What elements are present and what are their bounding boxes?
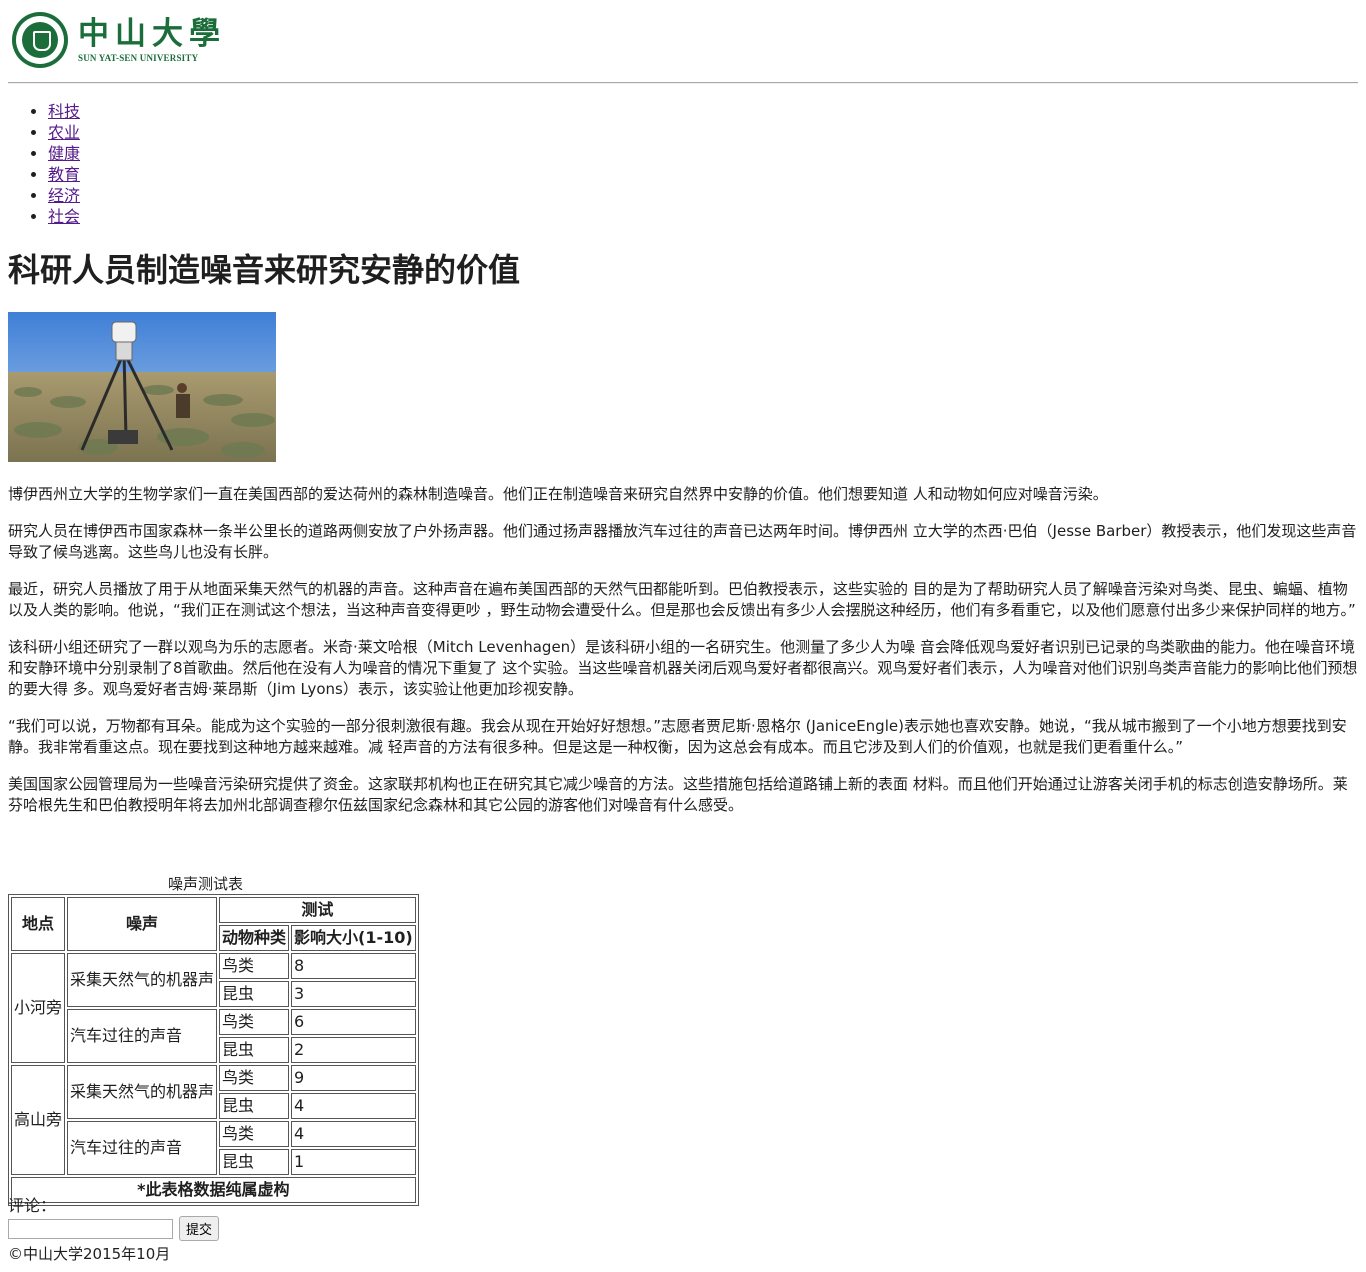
nav-link-tech[interactable]: 科技 bbox=[48, 102, 80, 121]
noise-test-table-section: 噪声测试表 地点 噪声 测试 动物种类 影响大小(1-10) 小河旁 采集天然气… bbox=[8, 874, 419, 1206]
comment-textarea[interactable] bbox=[8, 1218, 173, 1239]
cell-noise: 汽车过往的声音 bbox=[67, 1121, 218, 1175]
article-title: 科研人员制造噪音来研究安静的价值 bbox=[8, 251, 521, 289]
header-impact: 影响大小(1-10) bbox=[291, 925, 416, 951]
nav-link-economy[interactable]: 经济 bbox=[48, 186, 80, 205]
sysu-seal-icon bbox=[12, 12, 68, 68]
paragraph-1: 博伊西州立大学的生物学家们一直在美国西部的爱达荷州的森林制造噪音。他们正在制造噪… bbox=[8, 485, 1108, 503]
cell-species: 鸟类 bbox=[219, 1065, 290, 1091]
paragraph-6: 美国国家公园管理局为一些噪音污染研究提供了资金。这家联邦机构也正在研究其它减少噪… bbox=[8, 775, 1348, 814]
cell-species: 鸟类 bbox=[219, 1009, 290, 1035]
nav-link-society[interactable]: 社会 bbox=[48, 207, 80, 226]
submit-button[interactable]: 提交 bbox=[179, 1216, 220, 1241]
header-place: 地点 bbox=[11, 897, 66, 951]
paragraph-3: 最近，研究人员播放了用于从地面采集天然气的机器的声音。这种声音在遍布美国西部的天… bbox=[8, 580, 1356, 619]
cell-value: 4 bbox=[291, 1121, 416, 1147]
nav-item: 社会 bbox=[48, 206, 80, 227]
nav-item: 科技 bbox=[48, 101, 80, 122]
cell-species: 昆虫 bbox=[219, 1149, 290, 1175]
cell-value: 4 bbox=[291, 1093, 416, 1119]
header-noise: 噪声 bbox=[67, 897, 218, 951]
nav-item: 农业 bbox=[48, 122, 80, 143]
cell-species: 鸟类 bbox=[219, 1121, 290, 1147]
cell-noise: 汽车过往的声音 bbox=[67, 1009, 218, 1063]
cell-place: 小河旁 bbox=[11, 953, 66, 1063]
cell-species: 昆虫 bbox=[219, 1093, 290, 1119]
copyright-footer: ©中山大学2015年10月 bbox=[8, 1245, 171, 1263]
university-logo[interactable]: 中山大學 SUN YAT-SEN UNIVERSITY bbox=[12, 12, 226, 68]
comment-form: 评论： 提交 bbox=[8, 1196, 220, 1241]
header-test: 测试 bbox=[219, 897, 416, 923]
cell-value: 2 bbox=[291, 1037, 416, 1063]
cell-value: 6 bbox=[291, 1009, 416, 1035]
nav-item: 健康 bbox=[48, 143, 80, 164]
logo-text: 中山大學 SUN YAT-SEN UNIVERSITY bbox=[78, 17, 226, 63]
paragraph-5: “我们可以说，万物都有耳朵。能成为这个实验的一部分很刺激很有趣。我会从现在开始好… bbox=[8, 717, 1347, 756]
logo-english-name: SUN YAT-SEN UNIVERSITY bbox=[78, 53, 199, 63]
cell-value: 8 bbox=[291, 953, 416, 979]
cell-species: 昆虫 bbox=[219, 981, 290, 1007]
cell-species: 昆虫 bbox=[219, 1037, 290, 1063]
nav-link-education[interactable]: 教育 bbox=[48, 165, 80, 184]
nav-item: 教育 bbox=[48, 164, 80, 185]
logo-chinese-name: 中山大學 bbox=[78, 16, 226, 52]
nav-link-health[interactable]: 健康 bbox=[48, 144, 80, 163]
table-caption: 噪声测试表 bbox=[167, 875, 243, 893]
cell-value: 9 bbox=[291, 1065, 416, 1091]
cell-place: 高山旁 bbox=[11, 1065, 66, 1175]
paragraph-2: 研究人员在博伊西市国家森林一条半公里长的道路两侧安放了户外扬声器。他们通过扬声器… bbox=[8, 522, 1357, 561]
nav-item: 经济 bbox=[48, 185, 80, 206]
article-photo bbox=[8, 312, 276, 462]
cell-value: 3 bbox=[291, 981, 416, 1007]
article-body: 博伊西州立大学的生物学家们一直在美国西部的爱达荷州的森林制造噪音。他们正在制造噪… bbox=[8, 484, 1358, 832]
category-nav: 科技 农业 健康 教育 经济 社会 bbox=[8, 101, 80, 227]
cell-noise: 采集天然气的机器声 bbox=[67, 1065, 218, 1119]
cell-noise: 采集天然气的机器声 bbox=[67, 953, 218, 1007]
table-row: 小河旁 采集天然气的机器声 鸟类 8 bbox=[11, 953, 416, 1063]
header-divider bbox=[8, 82, 1358, 84]
cell-value: 1 bbox=[291, 1149, 416, 1175]
table-row: 汽车过往的声音 鸟类 4 bbox=[11, 1121, 416, 1175]
table-row: 汽车过往的声音 鸟类 6 bbox=[11, 1009, 416, 1063]
table-row: 高山旁 采集天然气的机器声 鸟类 9 bbox=[11, 1065, 416, 1175]
header-species: 动物种类 bbox=[219, 925, 290, 951]
comment-label: 评论： bbox=[8, 1196, 57, 1215]
cell-species: 鸟类 bbox=[219, 953, 290, 979]
paragraph-4: 该科研小组还研究了一群以观鸟为乐的志愿者。米奇·莱文哈根（Mitch Leven… bbox=[8, 638, 1358, 698]
nav-link-agriculture[interactable]: 农业 bbox=[48, 123, 80, 142]
noise-test-table: 地点 噪声 测试 动物种类 影响大小(1-10) 小河旁 采集天然气的机器声 鸟… bbox=[8, 894, 419, 1206]
